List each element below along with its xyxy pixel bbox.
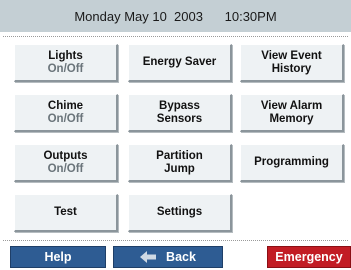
left-arrow-icon bbox=[140, 251, 157, 263]
chime-button[interactable]: Chime On/Off bbox=[14, 94, 118, 132]
help-button[interactable]: Help bbox=[10, 246, 106, 268]
bypass-sensors-button[interactable]: Bypass Sensors bbox=[128, 94, 232, 132]
back-button[interactable]: Back bbox=[113, 246, 223, 268]
emergency-button[interactable]: Emergency bbox=[267, 246, 351, 268]
lights-label: Lights bbox=[48, 49, 83, 62]
bypass-sensors-label-1: Bypass bbox=[159, 99, 200, 112]
back-label: Back bbox=[166, 250, 196, 264]
keypad-screen: Monday May 10 2003 10:30PM Lights On/Off… bbox=[0, 0, 351, 270]
outputs-sublabel: On/Off bbox=[47, 162, 84, 175]
energy-saver-button[interactable]: Energy Saver bbox=[128, 44, 232, 82]
energy-saver-label: Energy Saver bbox=[142, 56, 217, 68]
programming-label: Programming bbox=[254, 156, 329, 168]
lights-button[interactable]: Lights On/Off bbox=[14, 44, 118, 82]
view-event-history-button[interactable]: View Event History bbox=[240, 44, 344, 82]
chime-sublabel: On/Off bbox=[47, 112, 84, 125]
partition-jump-button[interactable]: Partition Jump bbox=[128, 144, 232, 182]
view-event-history-label-1: View Event bbox=[261, 49, 322, 62]
bypass-sensors-label-2: Sensors bbox=[156, 112, 203, 125]
emergency-label: Emergency bbox=[275, 250, 343, 264]
menu-grid: Lights On/Off Energy Saver View Event Hi… bbox=[0, 0, 351, 270]
chime-label: Chime bbox=[47, 99, 84, 112]
view-alarm-memory-button[interactable]: View Alarm Memory bbox=[240, 94, 344, 132]
partition-jump-label-1: Partition bbox=[156, 149, 203, 162]
test-label: Test bbox=[54, 206, 77, 218]
help-label: Help bbox=[44, 250, 72, 264]
footer-divider bbox=[3, 240, 348, 241]
lights-sublabel: On/Off bbox=[47, 62, 84, 75]
view-alarm-memory-label-2: Memory bbox=[269, 112, 314, 125]
programming-button[interactable]: Programming bbox=[240, 144, 344, 182]
partition-jump-label-2: Jump bbox=[164, 162, 195, 175]
outputs-label: Outputs bbox=[43, 149, 88, 162]
view-alarm-memory-label-1: View Alarm bbox=[260, 99, 323, 112]
settings-button[interactable]: Settings bbox=[128, 194, 232, 232]
outputs-button[interactable]: Outputs On/Off bbox=[14, 144, 118, 182]
view-event-history-label-2: History bbox=[271, 62, 312, 75]
test-button[interactable]: Test bbox=[14, 194, 118, 232]
settings-label: Settings bbox=[156, 206, 203, 218]
